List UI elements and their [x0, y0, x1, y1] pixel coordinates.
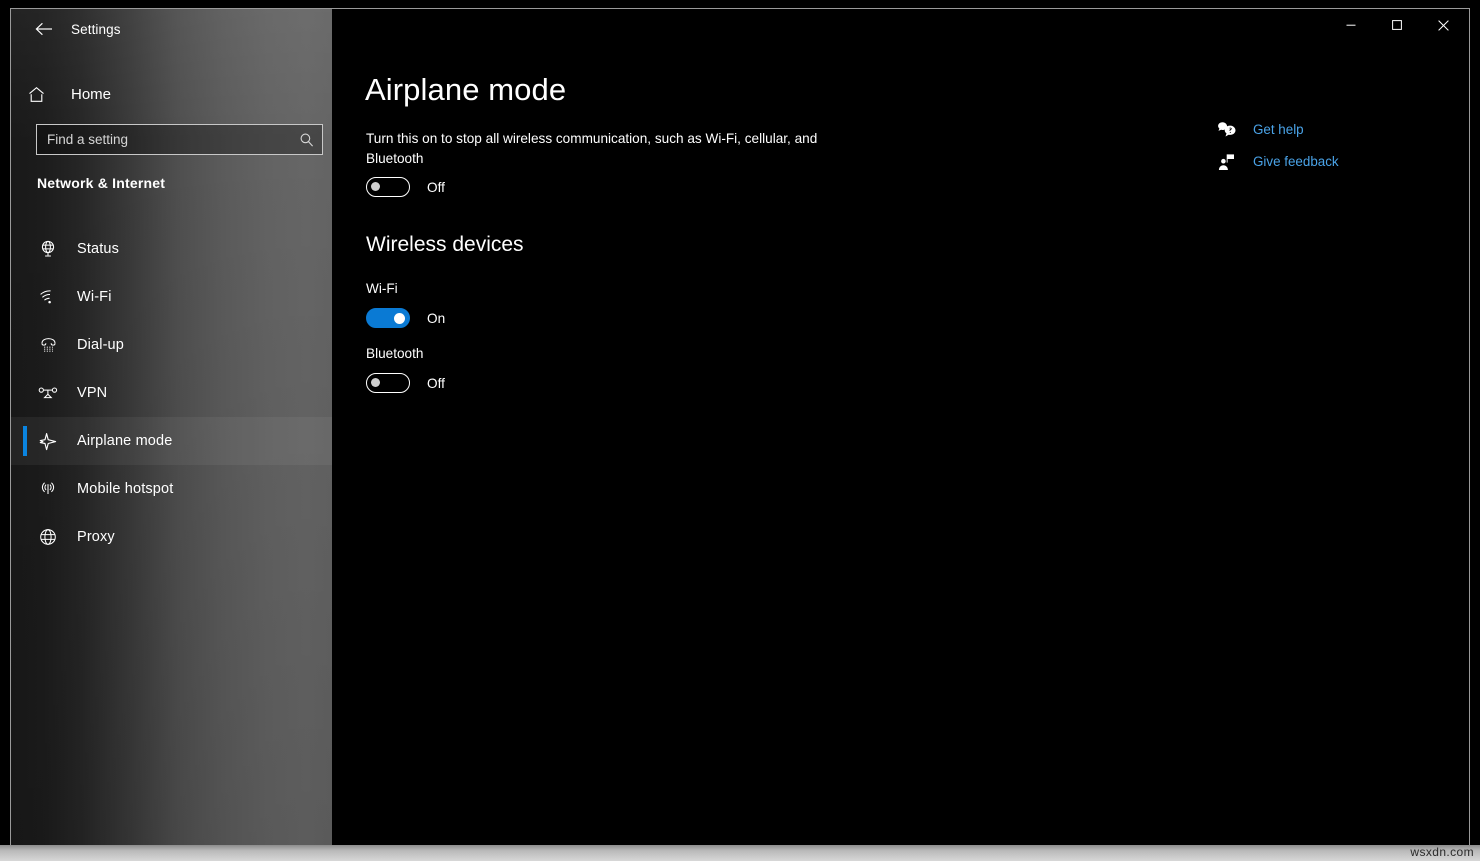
- back-button[interactable]: [24, 13, 64, 45]
- home-icon: [27, 85, 63, 104]
- feedback-person-icon: [1212, 153, 1242, 171]
- sidebar-nav-list: Status Wi-Fi Dial-up VPN Airplane mode M…: [11, 225, 332, 561]
- bluetooth-toggle[interactable]: [366, 373, 410, 393]
- wifi-icon: [31, 287, 65, 307]
- maximize-button[interactable]: [1374, 9, 1420, 41]
- wifi-toggle-label: On: [427, 310, 446, 326]
- close-button[interactable]: [1420, 9, 1466, 41]
- page-title: Airplane mode: [365, 72, 567, 107]
- vpn-icon: [31, 383, 65, 403]
- airplane-mode-toggle-label: Off: [427, 179, 445, 195]
- sidebar-item-home-label: Home: [71, 85, 112, 103]
- get-help-link[interactable]: Get help: [1212, 114, 1442, 145]
- help-panel: Get help Give feedback: [1212, 114, 1442, 178]
- question-bubble-icon: [1212, 121, 1242, 139]
- sidebar-item-wifi-label: Wi-Fi: [77, 289, 112, 305]
- search-input[interactable]: [37, 132, 292, 147]
- app-title: Settings: [71, 21, 121, 37]
- bluetooth-device-label: Bluetooth: [366, 346, 424, 361]
- wifi-toggle-row: On: [366, 308, 445, 328]
- give-feedback-link[interactable]: Give feedback: [1212, 146, 1442, 177]
- content-pane: Airplane mode Turn this on to stop all w…: [332, 9, 1469, 853]
- airplane-mode-toggle[interactable]: [366, 177, 410, 197]
- toggle-knob: [371, 378, 380, 387]
- give-feedback-label: Give feedback: [1253, 154, 1339, 169]
- dialup-phone-icon: [31, 335, 65, 355]
- get-help-label: Get help: [1253, 122, 1304, 137]
- airplane-mode-toggle-row: Off: [366, 177, 445, 197]
- sidebar-item-airplane-mode-label: Airplane mode: [77, 433, 173, 449]
- bluetooth-toggle-row: Off: [366, 373, 445, 393]
- toggle-knob: [371, 182, 380, 191]
- sidebar-item-dialup[interactable]: Dial-up: [11, 321, 332, 369]
- status-globe-icon: [31, 239, 65, 259]
- sidebar-item-wifi[interactable]: Wi-Fi: [11, 273, 332, 321]
- proxy-globe-icon: [31, 527, 65, 547]
- page-description: Turn this on to stop all wireless commun…: [366, 131, 818, 166]
- sidebar-item-mobile-hotspot-label: Mobile hotspot: [77, 481, 174, 497]
- airplane-icon: [31, 431, 65, 452]
- search-box[interactable]: [36, 124, 323, 155]
- sidebar: Home Network & Internet: [11, 9, 332, 853]
- sidebar-item-vpn[interactable]: VPN: [11, 369, 332, 417]
- hotspot-icon: [31, 479, 65, 499]
- sidebar-item-dialup-label: Dial-up: [77, 337, 124, 353]
- toggle-knob: [394, 313, 405, 324]
- sidebar-item-status-label: Status: [77, 241, 120, 257]
- selection-indicator: [23, 426, 27, 456]
- sidebar-item-mobile-hotspot[interactable]: Mobile hotspot: [11, 465, 332, 513]
- wifi-device-label: Wi-Fi: [366, 281, 398, 296]
- minimize-button[interactable]: [1328, 9, 1374, 41]
- search-icon[interactable]: [292, 132, 322, 148]
- title-bar: Settings: [11, 9, 1469, 49]
- bluetooth-toggle-label: Off: [427, 375, 445, 391]
- sidebar-item-status[interactable]: Status: [11, 225, 332, 273]
- sidebar-item-airplane-mode[interactable]: Airplane mode: [11, 417, 332, 465]
- wireless-devices-heading: Wireless devices: [366, 233, 524, 256]
- sidebar-item-proxy-label: Proxy: [77, 529, 115, 545]
- sidebar-item-proxy[interactable]: Proxy: [11, 513, 332, 561]
- sidebar-category-heading: Network & Internet: [37, 175, 166, 191]
- desktop-bottom-edge: [0, 845, 1480, 861]
- settings-window: Home Network & Internet: [10, 8, 1470, 853]
- sidebar-item-home[interactable]: Home: [27, 77, 317, 111]
- wifi-toggle[interactable]: [366, 308, 410, 328]
- sidebar-item-vpn-label: VPN: [77, 385, 108, 401]
